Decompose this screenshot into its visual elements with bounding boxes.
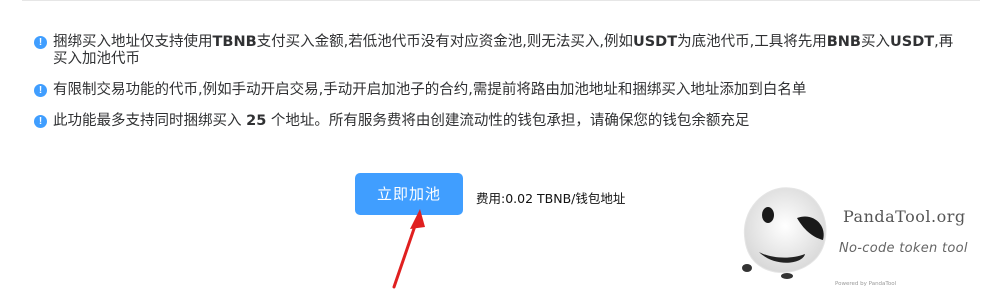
- note-highlight: USDT: [889, 34, 935, 50]
- note-item: ! 此功能最多支持同时捆绑买入 25 个地址。所有服务费将由创建流动性的钱包承担，…: [34, 113, 964, 130]
- panda-logo-icon: [742, 187, 827, 279]
- note-text: 此功能最多支持同时捆绑买入 25 个地址。所有服务费将由创建流动性的钱包承担，请…: [53, 113, 749, 130]
- note-text: 有限制交易功能的代币,例如手动开启交易,手动开启加池子的合约,需提前将路由加池地…: [53, 82, 806, 99]
- brand-name: PandaTool.org: [843, 207, 966, 226]
- note-item: ! 捆绑买入地址仅支持使用TBNB支付买入金额,若低池代币没有对应资金池,则无法买…: [34, 34, 964, 68]
- pandatool-watermark: PandaTool.org No-code token tool Powered…: [735, 180, 1000, 303]
- note-segment: 为底池代币,工具将先用: [677, 34, 827, 50]
- notes-list: ! 捆绑买入地址仅支持使用TBNB支付买入金额,若低池代币没有对应资金池,则无法买…: [34, 34, 964, 130]
- note-highlight: TBNB: [212, 34, 257, 50]
- note-segment: 支付买入金额,若低池代币没有对应资金池,则无法买入,例如: [256, 34, 633, 50]
- red-arrow-annotation: [392, 209, 425, 289]
- brand-powered-by: Powered by PandaTool: [835, 281, 897, 287]
- fee-info: 费用:0.02 TBNB/钱包地址: [476, 191, 626, 206]
- note-segment: 买入: [860, 34, 890, 50]
- note-highlight: BNB: [826, 34, 861, 50]
- info-icon: !: [34, 84, 47, 97]
- brand-tagline: No-code token tool: [839, 241, 968, 256]
- note-text: 捆绑买入地址仅支持使用TBNB支付买入金额,若低池代币没有对应资金池,则无法买入…: [53, 34, 964, 68]
- note-segment: 此功能最多支持同时捆绑买入: [53, 113, 247, 129]
- info-icon: !: [34, 115, 47, 128]
- note-highlight: 25: [246, 113, 267, 129]
- note-segment: 捆绑买入地址仅支持使用: [53, 34, 213, 50]
- note-segment: 有限制交易功能的代币,例如手动开启交易,手动开启加池子的合约,需提前将路由加池地…: [53, 82, 807, 98]
- top-divider: [22, 0, 980, 1]
- note-item: ! 有限制交易功能的代币,例如手动开启交易,手动开启加池子的合约,需提前将路由加池…: [34, 82, 964, 99]
- note-segment: 个地址。所有服务费将由创建流动性的钱包承担，请确保您的钱包余额充足: [266, 113, 750, 129]
- note-highlight: USDT: [632, 34, 678, 50]
- info-icon: !: [34, 36, 47, 49]
